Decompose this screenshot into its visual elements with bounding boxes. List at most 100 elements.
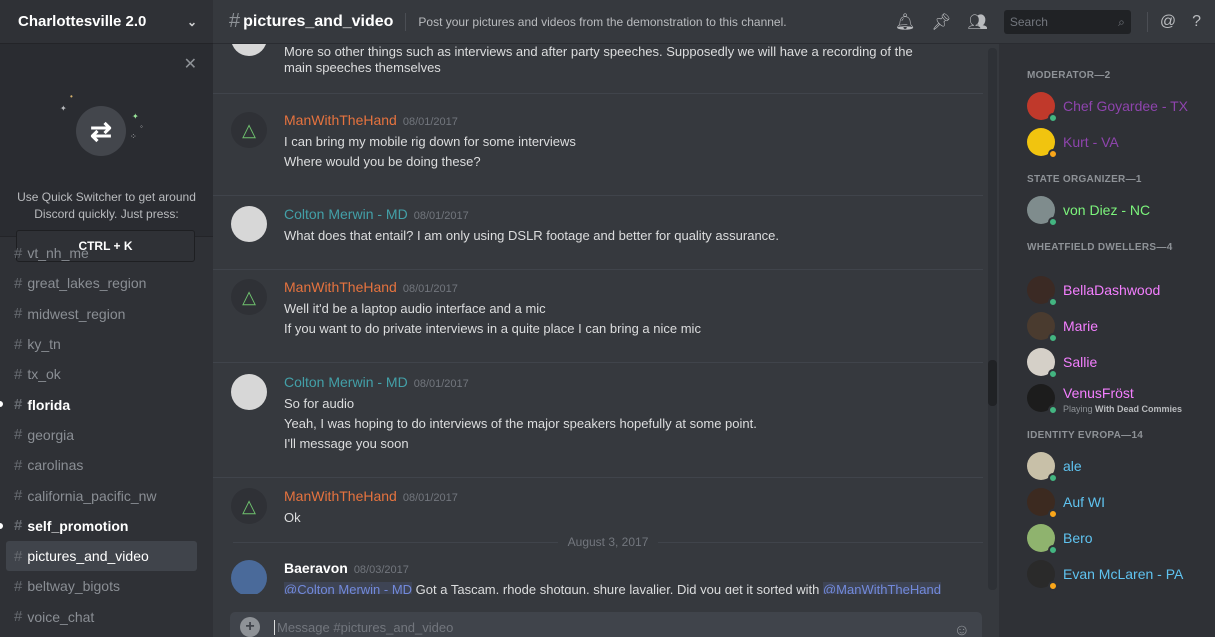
hash-icon: # [14, 305, 23, 323]
emoji-icon[interactable]: ☺ [954, 622, 970, 637]
channel-item[interactable]: # pictures_and_video [6, 540, 197, 572]
member-item[interactable]: Chef Goyardee - TX [1027, 90, 1212, 123]
channel-name: voice_chat [27, 608, 95, 625]
message-author[interactable]: Baeravon [284, 560, 348, 576]
channel-item[interactable]: # great_lakes_region [0, 268, 213, 298]
channel-item[interactable]: # voice_chat [0, 602, 213, 632]
bell-icon[interactable]: 🔔︎ [895, 12, 915, 32]
status-indicator [1048, 149, 1058, 159]
help-icon[interactable]: ? [1192, 13, 1201, 31]
message-timestamp: 08/01/2017 [402, 116, 458, 128]
message-author[interactable]: ManWithTheHand [284, 279, 397, 295]
channel-name: pictures_and_video [27, 548, 149, 565]
message-text: I'll message you soon [284, 436, 409, 451]
message-author[interactable]: ManWithTheHand [284, 488, 397, 504]
member-item[interactable]: VenusFröst Playing With Dead Commies [1027, 382, 1212, 415]
channel-item[interactable]: # florida [0, 389, 213, 419]
channel-list: # vt_nh_me # great_lakes_region # midwest_reg… [0, 238, 213, 632]
channel-name: great_lakes_region [27, 275, 147, 292]
upload-plus-icon[interactable]: + [240, 617, 260, 637]
message-timestamp: 08/01/2017 [413, 210, 469, 222]
member-name: Kurt - VA [1063, 134, 1119, 150]
member-item[interactable]: Marie [1027, 310, 1212, 343]
member-item[interactable]: Bero [1027, 522, 1212, 555]
message-scrollbar[interactable] [988, 48, 997, 590]
avatar[interactable]: △ [231, 279, 267, 315]
member-name: ale [1063, 458, 1082, 474]
member-item[interactable]: Sallie [1027, 346, 1212, 379]
channel-name: ky_tn [27, 336, 61, 353]
message-author[interactable]: Colton Merwin - MD [284, 374, 408, 390]
quick-switcher-tip: ✕ ⇄ ✦ • ✦ ◦ ⁘ Use Quick Switcher to get … [0, 44, 213, 262]
quick-switcher-illustration: ⇄ ✦ • ✦ ◦ ⁘ [60, 92, 150, 174]
avatar [1027, 348, 1058, 379]
channel-item[interactable]: # georgia [0, 420, 213, 450]
status-indicator [1048, 113, 1058, 123]
chevron-down-icon[interactable]: ⌄ [187, 15, 197, 29]
channel-name: beltway_bigots [27, 578, 120, 595]
mention-icon[interactable]: @ [1160, 13, 1176, 31]
member-item[interactable]: BellaDashwood [1027, 274, 1212, 307]
channel-name: vt_nh_me [27, 245, 89, 262]
avatar[interactable] [231, 206, 267, 242]
avatar[interactable] [231, 560, 267, 594]
composer-placeholder: Message #pictures_and_video [274, 619, 453, 635]
scrollbar-thumb[interactable] [988, 360, 997, 406]
members-icon[interactable]: 👥︎ [968, 12, 988, 32]
search-input[interactable]: Search ⌕ [1003, 10, 1131, 34]
message-divider [213, 362, 983, 363]
hash-icon: # [14, 608, 23, 626]
message-text: More so other things such as interviews … [284, 44, 913, 75]
hash-icon: # [14, 396, 23, 414]
channel-name: midwest_region [27, 305, 126, 322]
hash-icon: # [14, 365, 23, 383]
channel-item[interactable]: # self_promotion [0, 511, 213, 541]
channel-topic: Post your pictures and videos from the d… [418, 14, 787, 29]
member-name: VenusFröst [1063, 385, 1134, 401]
message-divider [213, 477, 983, 478]
channel-name: carolinas [27, 457, 84, 474]
channel-name: florida [27, 396, 71, 413]
avatar[interactable] [231, 44, 267, 56]
message-author[interactable]: ManWithTheHand [284, 112, 397, 128]
avatar[interactable]: △ [231, 112, 267, 148]
channel-name: tx_ok [27, 366, 61, 383]
message-text: So for audio [284, 396, 355, 411]
user-mention[interactable]: @ManWithTheHand [822, 582, 941, 594]
avatar [1027, 488, 1058, 519]
channel-item[interactable]: # ky_tn [0, 329, 213, 359]
message-divider [213, 195, 983, 196]
avatar[interactable] [231, 374, 267, 410]
member-item[interactable]: ale [1027, 450, 1212, 483]
member-list: MODERATOR—2 Chef Goyardee - TX Kurt - VA ST… [999, 44, 1215, 637]
channel-title: pictures_and_video [243, 12, 394, 30]
member-item[interactable]: Kurt - VA [1027, 126, 1212, 159]
close-icon[interactable]: ✕ [184, 54, 197, 74]
server-header[interactable]: Charlottesville 2.0 ⌄ [0, 0, 213, 44]
message-text: Well it'd be a laptop audio interface an… [284, 301, 546, 316]
member-item[interactable]: Evan McLaren - PA [1027, 558, 1212, 591]
avatar [1027, 384, 1058, 415]
channel-item[interactable]: # vt_nh_me [0, 238, 213, 268]
status-indicator [1048, 333, 1058, 343]
member-item[interactable]: von Diez - NC [1027, 194, 1212, 227]
channel-item[interactable]: # carolinas [0, 450, 213, 480]
channel-item[interactable]: # midwest_region [0, 299, 213, 329]
avatar[interactable]: △ [231, 488, 267, 524]
discord-app: Charlottesville 2.0 ⌄ ✕ ⇄ ✦ • ✦ ◦ ⁘ Use … [0, 0, 1215, 637]
status-indicator [1048, 217, 1058, 227]
channel-item[interactable]: # tx_ok [0, 359, 213, 389]
member-name: von Diez - NC [1063, 202, 1151, 218]
avatar [1027, 128, 1058, 159]
message-composer[interactable]: + Message #pictures_and_video ☺ [230, 612, 982, 637]
user-mention[interactable]: @Colton Merwin - MD [284, 582, 413, 594]
avatar [1027, 276, 1058, 307]
member-item[interactable]: Auf WI [1027, 486, 1212, 519]
pin-icon[interactable]: 📌︎ [931, 12, 951, 32]
message-author[interactable]: Colton Merwin - MD [284, 206, 408, 222]
status-indicator [1048, 405, 1058, 415]
channel-item[interactable]: # beltway_bigots [0, 571, 213, 601]
channel-item[interactable]: # california_pacific_nw [0, 480, 213, 510]
divider-line [658, 541, 984, 543]
message-timestamp: 08/01/2017 [402, 492, 458, 504]
